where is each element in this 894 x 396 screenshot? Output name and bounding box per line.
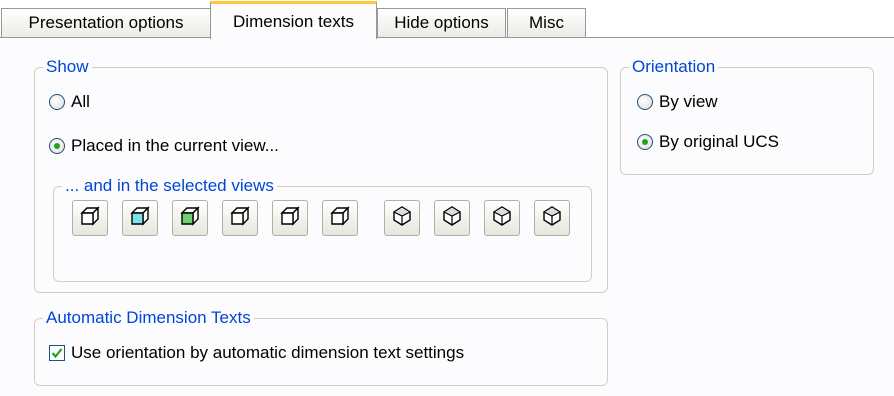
orientation-by-view-radio[interactable]: By view — [637, 92, 718, 112]
orientation-by-ucs-radio[interactable]: By original UCS — [637, 132, 779, 152]
show-legend: Show — [43, 56, 92, 78]
view-button[interactable] — [322, 200, 358, 236]
checkbox-box — [49, 345, 65, 361]
tab-strip: Presentation options Dimension texts Hid… — [0, 0, 894, 39]
tab-label: Hide options — [394, 13, 489, 32]
auto-dim-legend: Automatic Dimension Texts — [43, 307, 254, 329]
checkmark-icon — [51, 348, 63, 359]
tab-misc[interactable]: Misc — [507, 8, 586, 37]
cube-corner-top-icon — [390, 204, 414, 233]
cube-iso-icon — [328, 204, 352, 233]
show-all-radio[interactable]: All — [49, 92, 90, 112]
auto-dim-checkbox[interactable]: Use orientation by automatic dimension t… — [49, 343, 464, 363]
show-group: Show All Placed in the current view... .… — [34, 56, 608, 293]
view-button[interactable] — [222, 200, 258, 236]
cube-iso-cyan-icon — [128, 204, 152, 233]
selected-views-group: ... and in the selected views — [53, 175, 592, 282]
view-button[interactable] — [534, 200, 570, 236]
radio-indicator-selected — [637, 134, 653, 150]
orientation-group: Orientation By view By original UCS — [620, 56, 874, 175]
auto-dim-group: Automatic Dimension Texts Use orientatio… — [34, 307, 608, 386]
view-button[interactable] — [484, 200, 520, 236]
cube-iso-icon — [228, 204, 252, 233]
selected-views-legend: ... and in the selected views — [62, 175, 277, 197]
radio-indicator — [49, 94, 65, 110]
by-ucs-label: By original UCS — [659, 132, 779, 151]
orientation-legend: Orientation — [629, 56, 719, 78]
tab-dimension-texts[interactable]: Dimension texts — [210, 1, 377, 39]
view-button[interactable] — [122, 200, 158, 236]
cube-corner-side-icon — [440, 204, 464, 233]
tab-label: Dimension texts — [233, 11, 354, 31]
radio-indicator-selected — [49, 138, 65, 154]
view-button[interactable] — [384, 200, 420, 236]
view-button[interactable] — [434, 200, 470, 236]
tab-label: Misc — [529, 13, 564, 32]
view-button[interactable] — [172, 200, 208, 236]
dimension-texts-panel: Show All Placed in the current view... .… — [0, 38, 894, 396]
tab-label: Presentation options — [28, 13, 184, 32]
auto-dim-label: Use orientation by automatic dimension t… — [71, 343, 465, 362]
show-all-label: All — [71, 92, 90, 111]
view-button[interactable] — [72, 200, 108, 236]
by-view-label: By view — [659, 92, 718, 111]
cube-iso-green-icon — [178, 204, 202, 233]
cube-corner-front-icon — [490, 204, 514, 233]
view-button[interactable] — [272, 200, 308, 236]
cube-iso-icon — [278, 204, 302, 233]
show-placed-radio[interactable]: Placed in the current view... — [49, 136, 279, 156]
tab-presentation-options[interactable]: Presentation options — [1, 8, 211, 37]
cube-iso-icon — [78, 204, 102, 233]
show-placed-label: Placed in the current view... — [71, 136, 279, 155]
tab-hide-options[interactable]: Hide options — [377, 8, 506, 37]
cube-corner-back-icon — [540, 204, 564, 233]
radio-indicator — [637, 94, 653, 110]
